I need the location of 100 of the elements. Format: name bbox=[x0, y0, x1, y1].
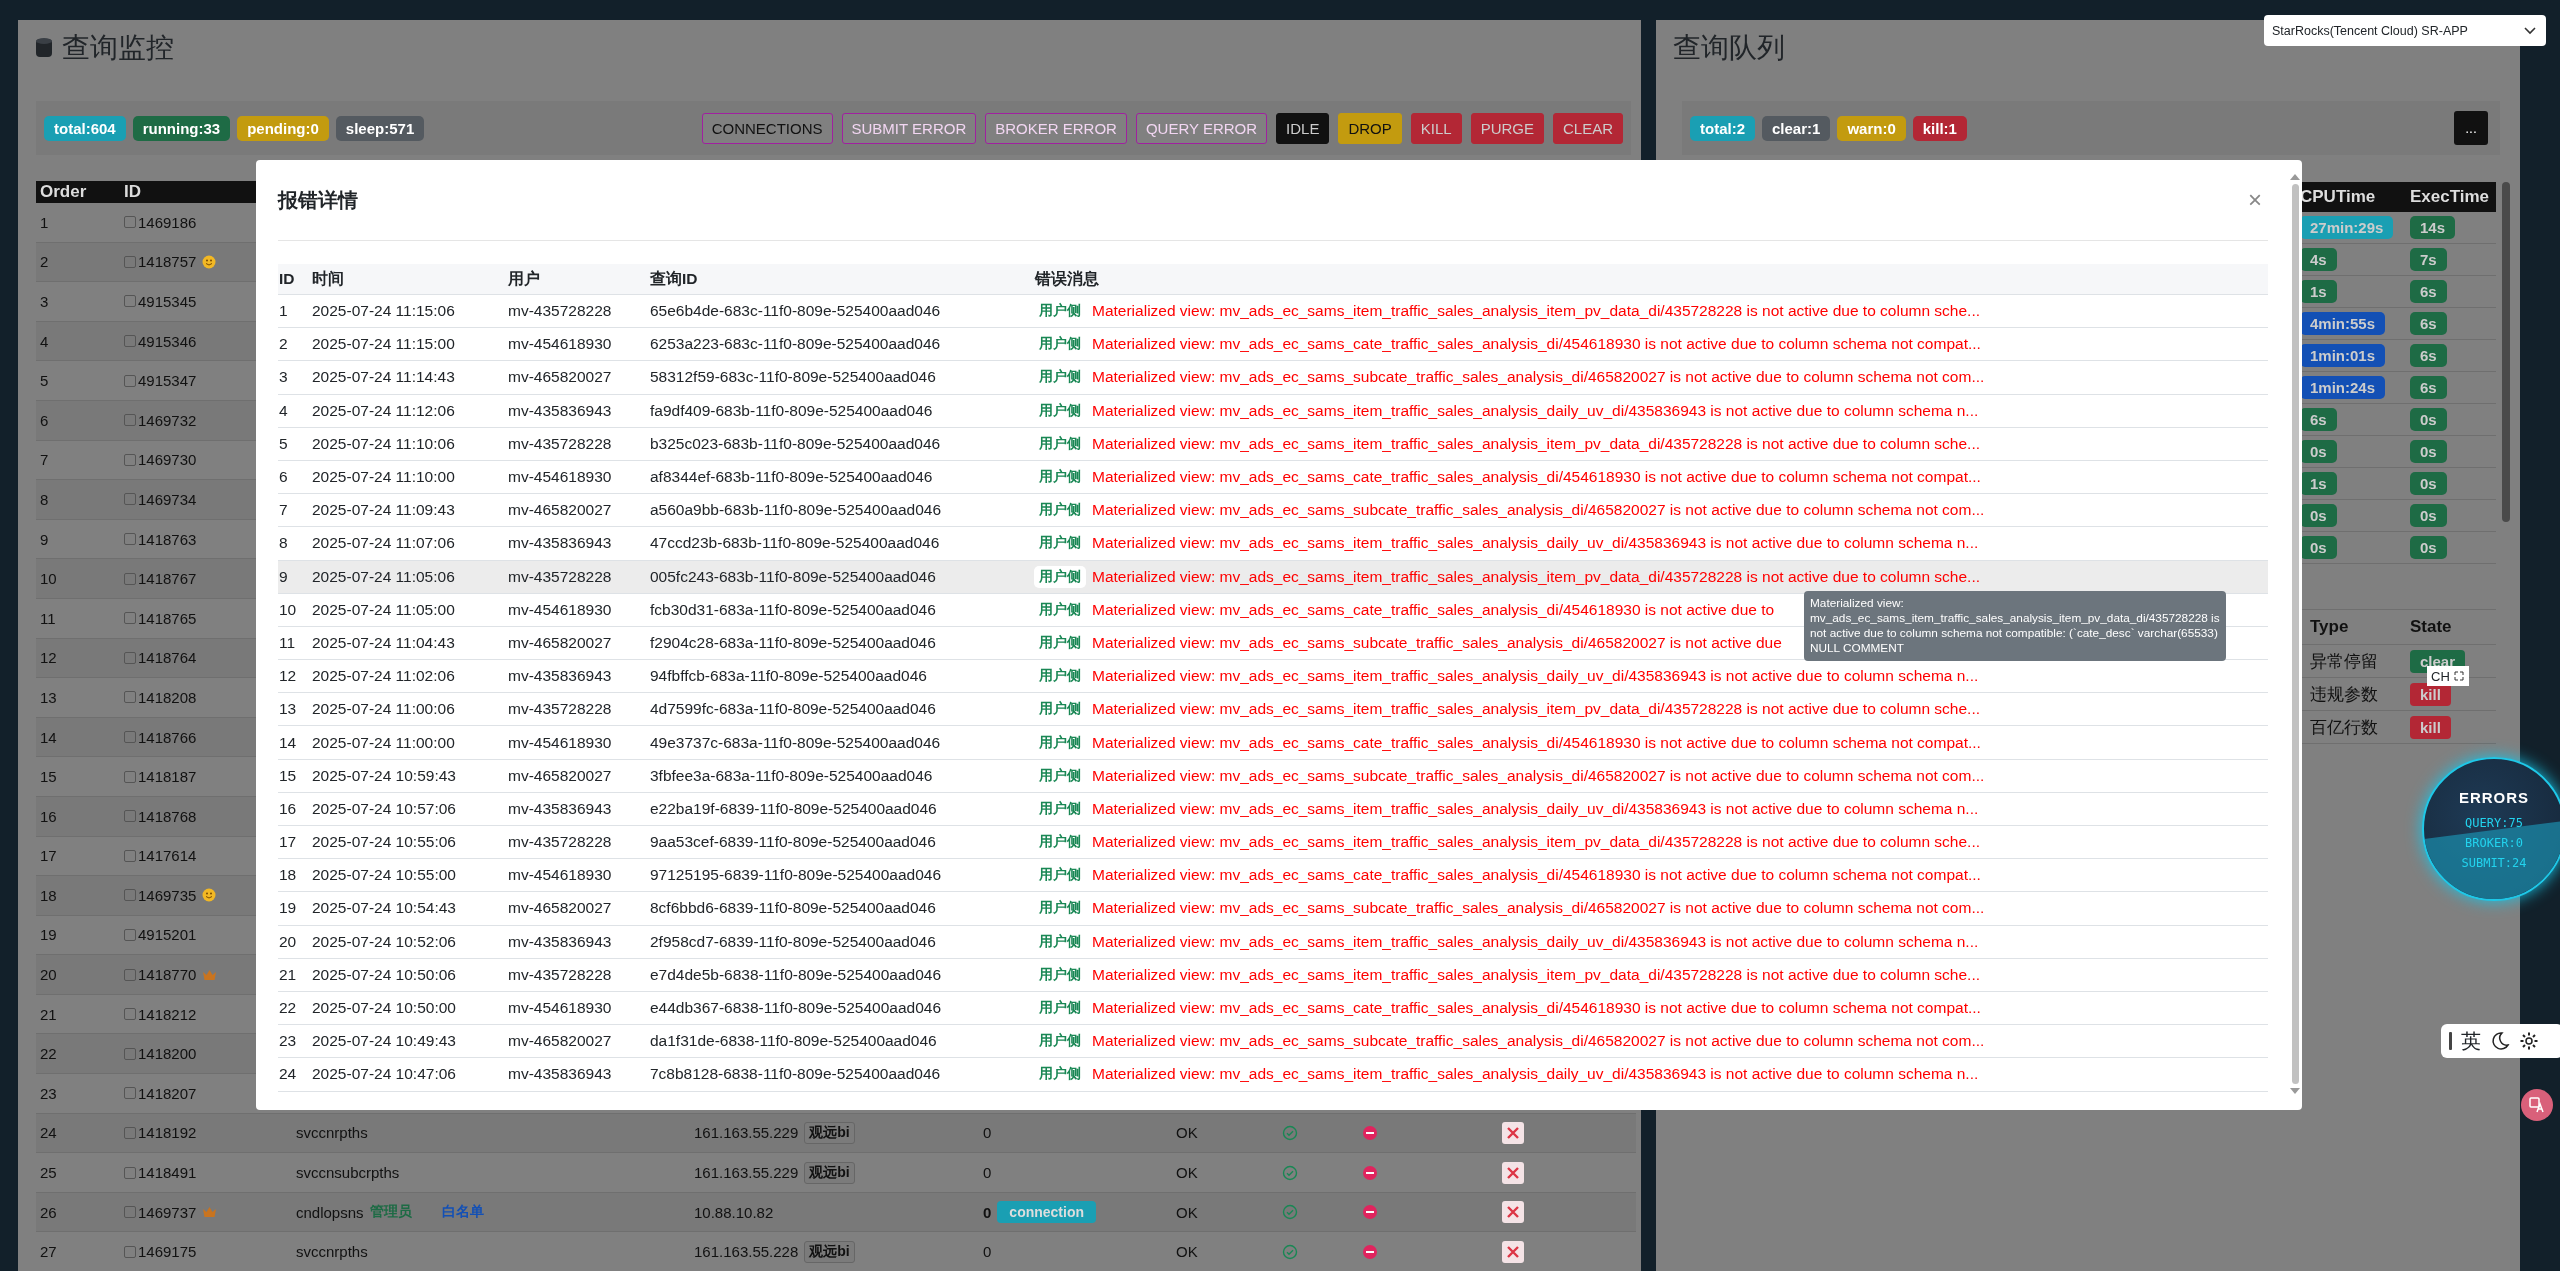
error-row[interactable]: 13 2025-07-24 11:00:06 mv-435728228 4d7599fc-683a-11f0-809e-525400aad046 用户侧 Materialized view: mv_ads_ec_sams_item_traffic_sales_analysis_item_pv_data_di/435728228 is not active due to column sche... bbox=[278, 693, 2268, 727]
error-row[interactable]: 6 2025-07-24 11:10:00 mv-454618930 af8344ef-683b-11f0-809e-525400aad046 用户侧 Materialized view: mv_ads_ec_sams_cate_traffic_sales_analysis_di/454618930 is not active due to column schema not compat... bbox=[278, 460, 2268, 495]
stat-badge: warn:0 bbox=[1837, 115, 1906, 141]
side-label: 用户侧 bbox=[1038, 301, 1082, 321]
query-id: 1418765 bbox=[138, 609, 197, 627]
side-label: 用户侧 bbox=[1038, 467, 1082, 487]
remove-icon[interactable] bbox=[1362, 1124, 1378, 1141]
row-checkbox[interactable] bbox=[124, 1047, 136, 1060]
error-row[interactable]: 23 2025-07-24 10:49:43 mv-465820027 da1f31de-6838-11f0-809e-525400aad046 用户侧 Materialized view: mv_ads_ec_sams_subcate_traffic_sales_analysis_di/465820027 is not active due to column schema not com... bbox=[278, 1025, 2268, 1059]
action-button[interactable]: PURGE bbox=[1470, 112, 1544, 144]
row-checkbox[interactable] bbox=[124, 929, 136, 941]
row-checkbox[interactable] bbox=[124, 1008, 136, 1021]
row-checkbox[interactable] bbox=[124, 810, 136, 823]
error-row[interactable]: 9 2025-07-24 11:05:06 mv-435728228 005fc243-683b-11f0-809e-525400aad046 用户侧 Materialized view: mv_ads_ec_sams_item_traffic_sales_analysis_item_pv_data_di/435728228 is not active due to column sche... bbox=[278, 560, 2268, 594]
error-row[interactable]: 17 2025-07-24 10:55:06 mv-435728228 9aa53cef-6839-11f0-809e-525400aad046 用户侧 Materialized view: mv_ads_ec_sams_item_traffic_sales_analysis_item_pv_data_di/435728228 is not active due to column sche... bbox=[278, 826, 2268, 860]
query-id: 1469734 bbox=[138, 490, 197, 508]
remove-icon[interactable] bbox=[1362, 1164, 1378, 1181]
scroll-down-icon[interactable] bbox=[2290, 1088, 2300, 1094]
error-row[interactable]: 1 2025-07-24 11:15:06 mv-435728228 65e6b4de-683c-11f0-809e-525400aad046 用户侧 Materialized view: mv_ads_ec_sams_item_traffic_sales_analysis_item_pv_data_di/435728228 is not active due to column sche... bbox=[278, 295, 2268, 329]
row-checkbox[interactable] bbox=[124, 849, 136, 862]
more-button[interactable]: ... bbox=[2454, 111, 2488, 145]
query-id-cell-text: 3fbfee3a-683a-11f0-809e-525400aad046 bbox=[649, 766, 934, 785]
row-checkbox[interactable] bbox=[124, 1206, 136, 1219]
error-row[interactable]: 21 2025-07-24 10:50:06 mv-435728228 e7d4de5b-6838-11f0-809e-525400aad046 用户侧 Materialized view: mv_ads_ec_sams_item_traffic_sales_analysis_item_pv_data_di/435728228 is not active due to column sche... bbox=[278, 958, 2268, 992]
close-button[interactable]: × bbox=[2242, 186, 2268, 214]
row-checkbox[interactable] bbox=[124, 691, 136, 704]
row-checkbox[interactable] bbox=[124, 612, 136, 625]
row-checkbox[interactable] bbox=[124, 374, 136, 387]
row-checkbox[interactable] bbox=[124, 335, 136, 348]
translate-button[interactable] bbox=[2521, 1089, 2553, 1121]
error-row[interactable]: 24 2025-07-24 10:47:06 mv-435836943 7c8b8128-6838-11f0-809e-525400aad046 用户侧 Materialized view: mv_ads_ec_sams_item_traffic_sales_analysis_daily_uv_di/435836943 is not active due to column schema n... bbox=[278, 1058, 2268, 1092]
side-label: 用户侧 bbox=[1038, 964, 1082, 984]
error-row[interactable]: 5 2025-07-24 11:10:06 mv-435728228 b325c023-683b-11f0-809e-525400aad046 用户侧 Materialized view: mv_ads_ec_sams_item_traffic_sales_analysis_item_pv_data_di/435728228 is not active due to column sche... bbox=[278, 427, 2268, 461]
row-checkbox[interactable] bbox=[124, 968, 136, 981]
crown-icon bbox=[202, 1206, 218, 1219]
id-cell-text: 14 bbox=[278, 733, 298, 752]
cpu-time-badge: 1min:01s bbox=[2300, 344, 2386, 367]
row-checkbox[interactable] bbox=[124, 295, 136, 308]
time-cell-text: 2025-07-24 10:55:06 bbox=[311, 833, 457, 852]
error-message: Materialized view: mv_ads_ec_sams_cate_traffic_sales_analysis_di/454618930 is not active due to column schema not compat... bbox=[1092, 999, 1981, 1018]
row-checkbox[interactable] bbox=[124, 1245, 136, 1258]
close-icon[interactable] bbox=[1502, 1161, 1524, 1184]
row-checkbox[interactable] bbox=[124, 572, 136, 585]
row-checkbox[interactable] bbox=[124, 216, 136, 229]
scrollbar[interactable] bbox=[2502, 182, 2510, 522]
error-row[interactable]: 4 2025-07-24 11:12:06 mv-435836943 fa9df409-683b-11f0-809e-525400aad046 用户侧 Materialized view: mv_ads_ec_sams_item_traffic_sales_analysis_daily_uv_di/435836943 is not active due to column schema n... bbox=[278, 394, 2268, 428]
column-header: Order bbox=[39, 182, 88, 202]
row-checkbox[interactable] bbox=[124, 770, 136, 783]
remove-icon[interactable] bbox=[1362, 1243, 1378, 1260]
error-row[interactable]: 7 2025-07-24 11:09:43 mv-465820027 a560a9bb-683b-11f0-809e-525400aad046 用户侧 Materialized view: mv_ads_ec_sams_subcate_traffic_sales_analysis_di/465820027 is not active due to column schema not com... bbox=[278, 494, 2268, 528]
row-checkbox[interactable] bbox=[124, 1087, 136, 1100]
error-row[interactable]: 2 2025-07-24 11:15:00 mv-454618930 6253a223-683c-11f0-809e-525400aad046 用户侧 Materialized view: mv_ads_ec_sams_cate_traffic_sales_analysis_di/454618930 is not active due to column schema not compat... bbox=[278, 328, 2268, 362]
query-id-cell-text: af8344ef-683b-11f0-809e-525400aad046 bbox=[649, 468, 934, 487]
row-checkbox[interactable] bbox=[124, 731, 136, 743]
input-mode[interactable]: 英 bbox=[2461, 1027, 2481, 1055]
error-row[interactable]: 20 2025-07-24 10:52:06 mv-435836943 2f958cd7-6839-11f0-809e-525400aad046 用户侧 Materialized view: mv_ads_ec_sams_item_traffic_sales_analysis_daily_uv_di/435836943 is not active due to column schema n... bbox=[278, 925, 2268, 959]
error-row[interactable]: 15 2025-07-24 10:59:43 mv-465820027 3fbfee3a-683a-11f0-809e-525400aad046 用户侧 Materialized view: mv_ads_ec_sams_subcate_traffic_sales_analysis_di/465820027 is not active due to column schema not com... bbox=[278, 759, 2268, 793]
action-button[interactable]: KILL bbox=[1410, 112, 1462, 144]
action-button[interactable]: CONNECTIONS bbox=[701, 112, 833, 144]
cpu-time-badge: 0s bbox=[2300, 440, 2337, 463]
close-icon[interactable] bbox=[1502, 1201, 1524, 1224]
query-id: 1469186 bbox=[138, 213, 197, 231]
moon-icon[interactable] bbox=[2490, 1031, 2510, 1051]
error-message: Materialized view: mv_ads_ec_sams_cate_traffic_sales_analysis_di/454618930 is not active due to column schema not compat... bbox=[1092, 733, 1981, 752]
row-checkbox[interactable] bbox=[124, 255, 136, 268]
row-checkbox[interactable] bbox=[124, 1166, 136, 1179]
exec-time-badge: 6s bbox=[2410, 312, 2447, 335]
error-row[interactable]: 18 2025-07-24 10:55:00 mv-454618930 97125195-6839-11f0-809e-525400aad046 用户侧 Materialized view: mv_ads_ec_sams_cate_traffic_sales_analysis_di/454618930 is not active due to column schema not compat... bbox=[278, 859, 2268, 893]
expand-icon[interactable] bbox=[2453, 671, 2464, 681]
time-cell-text: 2025-07-24 11:10:00 bbox=[311, 468, 456, 487]
scrollbar[interactable] bbox=[2291, 184, 2299, 1084]
close-icon[interactable] bbox=[1502, 1240, 1524, 1263]
action-button[interactable]: CLEAR bbox=[1552, 112, 1623, 144]
client-tag: 观远bi bbox=[804, 1121, 855, 1144]
row-checkbox[interactable] bbox=[124, 1126, 136, 1139]
error-row[interactable]: 22 2025-07-24 10:50:00 mv-454618930 e44db367-6838-11f0-809e-525400aad046 用户侧 Materialized view: mv_ads_ec_sams_cate_traffic_sales_analysis_di/454618930 is not active due to column schema not compat... bbox=[278, 991, 2268, 1026]
close-icon[interactable] bbox=[1502, 1121, 1524, 1144]
row-checkbox[interactable] bbox=[124, 889, 136, 902]
order-cell-text: 15 bbox=[39, 768, 58, 786]
row-checkbox[interactable] bbox=[124, 533, 136, 546]
time-cell-text: 2025-07-24 11:00:00 bbox=[311, 733, 456, 752]
app-selector[interactable]: StarRocks(Tencent Cloud) SR-APP bbox=[2264, 15, 2546, 46]
action-button[interactable]: DROP bbox=[1338, 112, 1402, 144]
row-checkbox[interactable] bbox=[124, 414, 136, 427]
error-row[interactable]: 3 2025-07-24 11:14:43 mv-465820027 58312f59-683c-11f0-809e-525400aad046 用户侧 Materialized view: mv_ads_ec_sams_subcate_traffic_sales_analysis_di/465820027 is not active due to column schema not com... bbox=[278, 361, 2268, 395]
id-cell-text: 18 bbox=[278, 866, 298, 885]
order-cell-text: 11 bbox=[39, 609, 57, 627]
query-id: 1418767 bbox=[138, 570, 197, 588]
id-cell-text: 20 bbox=[278, 932, 298, 951]
remove-icon[interactable] bbox=[1362, 1204, 1378, 1221]
row-checkbox[interactable] bbox=[124, 493, 136, 506]
cursor-icon[interactable] bbox=[2449, 1032, 2452, 1050]
row-checkbox[interactable] bbox=[124, 651, 136, 664]
scroll-up-icon[interactable] bbox=[2290, 174, 2300, 180]
error-row[interactable]: 16 2025-07-24 10:57:06 mv-435836943 e22ba19f-6839-11f0-809e-525400aad046 用户侧 Materialized view: mv_ads_ec_sams_item_traffic_sales_analysis_daily_uv_di/435836943 is not active due to column schema n... bbox=[278, 792, 2268, 826]
row-checkbox[interactable] bbox=[124, 453, 136, 466]
action-button[interactable]: IDLE bbox=[1276, 112, 1330, 144]
error-row[interactable]: 8 2025-07-24 11:07:06 mv-435836943 47ccd23b-683b-11f0-809e-525400aad046 用户侧 Materialized view: mv_ads_ec_sams_item_traffic_sales_analysis_daily_uv_di/435836943 is not active due to column schema n... bbox=[278, 527, 2268, 561]
error-row[interactable]: 14 2025-07-24 11:00:00 mv-454618930 49e3737c-683a-11f0-809e-525400aad046 用户侧 Materialized view: mv_ads_ec_sams_cate_traffic_sales_analysis_di/454618930 is not active due to column schema not compat... bbox=[278, 726, 2268, 760]
error-row[interactable]: 19 2025-07-24 10:54:43 mv-465820027 8cf6bbd6-6839-11f0-809e-525400aad046 用户侧 Materialized view: mv_ads_ec_sams_subcate_traffic_sales_analysis_di/465820027 is not active due to column schema not com... bbox=[278, 892, 2268, 926]
